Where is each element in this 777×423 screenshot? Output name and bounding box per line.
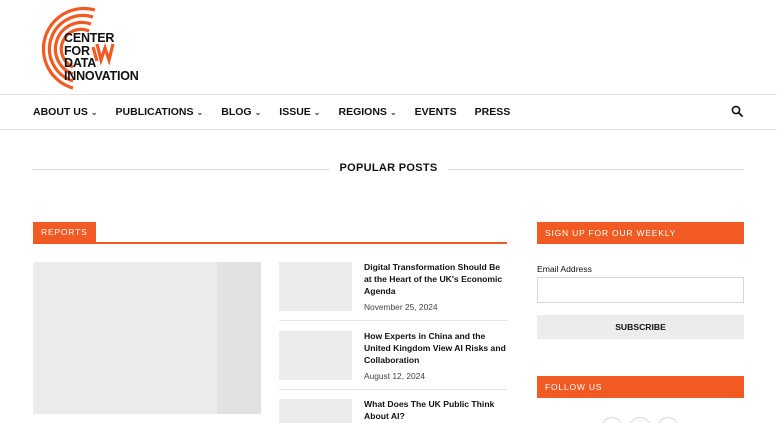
social-icon[interactable]	[601, 417, 623, 423]
search-icon[interactable]	[731, 105, 743, 117]
nav-item-label: BLOG	[221, 106, 252, 118]
popular-posts-heading: POPULAR POSTS	[33, 158, 744, 180]
divider	[279, 320, 507, 321]
post-thumbnail[interactable]	[279, 262, 352, 311]
chevron-down-icon: ⌄	[90, 107, 98, 117]
chevron-down-icon: ⌄	[389, 107, 397, 117]
featured-post-image[interactable]	[33, 262, 261, 414]
nav-item-events[interactable]: EVENTS	[415, 106, 457, 118]
nav-item-label: EVENTS	[414, 106, 457, 118]
nav-item-label: ISSUE	[279, 106, 311, 118]
newsletter-tag: SIGN UP FOR OUR WEEKLY NEWSLETTER	[537, 222, 744, 260]
nav-item-label: ABOUT US	[33, 106, 88, 118]
email-label: Email Address	[537, 264, 592, 274]
follow-us-tag: FOLLOW US	[537, 376, 744, 398]
logo-line: DATA	[64, 56, 97, 70]
email-field[interactable]	[537, 277, 744, 303]
divider	[279, 389, 507, 390]
newsletter-header: SIGN UP FOR OUR WEEKLY NEWSLETTER	[537, 222, 744, 260]
post-thumbnail[interactable]	[279, 399, 352, 423]
nav-item-issue[interactable]: ISSUE ⌄	[279, 106, 320, 118]
main-nav: ABOUT US ⌄ PUBLICATIONS ⌄ BLOG ⌄ ISSUE ⌄…	[0, 94, 777, 130]
post-thumbnail[interactable]	[279, 331, 352, 380]
reports-tag[interactable]: REPORTS	[33, 222, 96, 242]
post-title[interactable]: How Experts in China and the United King…	[364, 331, 507, 366]
subscribe-button[interactable]: SUBSCRIBE	[537, 315, 744, 339]
chevron-down-icon: ⌄	[196, 107, 204, 117]
site-header: CENTER FOR DATA INNOVATION	[0, 0, 777, 94]
nav-item-blog[interactable]: BLOG ⌄	[221, 106, 261, 118]
section-title: POPULAR POSTS	[339, 162, 438, 174]
post-title[interactable]: What Does The UK Public Think About AI?	[364, 399, 507, 423]
follow-us-header: FOLLOW US	[537, 376, 744, 398]
chevron-down-icon: ⌄	[254, 107, 262, 117]
nav-item-publications[interactable]: PUBLICATIONS ⌄	[116, 106, 204, 118]
logo-line: CENTER	[64, 31, 115, 45]
post-title[interactable]: Digital Transformation Should Be at the …	[364, 262, 507, 297]
social-icon[interactable]	[657, 417, 679, 423]
nav-item-press[interactable]: PRESS	[475, 106, 511, 118]
post-date: August 12, 2024	[364, 371, 426, 381]
post-date: November 25, 2024	[364, 302, 438, 312]
nav-item-label: PUBLICATIONS	[115, 106, 194, 118]
social-icon[interactable]	[629, 417, 651, 423]
nav-item-regions[interactable]: REGIONS ⌄	[339, 106, 397, 118]
nav-item-about-us[interactable]: ABOUT US ⌄	[33, 106, 98, 118]
nav-item-label: REGIONS	[338, 106, 387, 118]
logo-line: INNOVATION	[64, 68, 139, 83]
nav-item-label: PRESS	[474, 106, 511, 118]
logo-wordmark: CENTER FOR DATA INNOVATION	[64, 32, 139, 82]
reports-section-header: REPORTS	[33, 222, 507, 244]
divider	[448, 169, 744, 170]
site-logo[interactable]: CENTER FOR DATA INNOVATION	[33, 6, 145, 90]
chevron-down-icon: ⌄	[313, 107, 321, 117]
image-shade	[217, 262, 261, 414]
